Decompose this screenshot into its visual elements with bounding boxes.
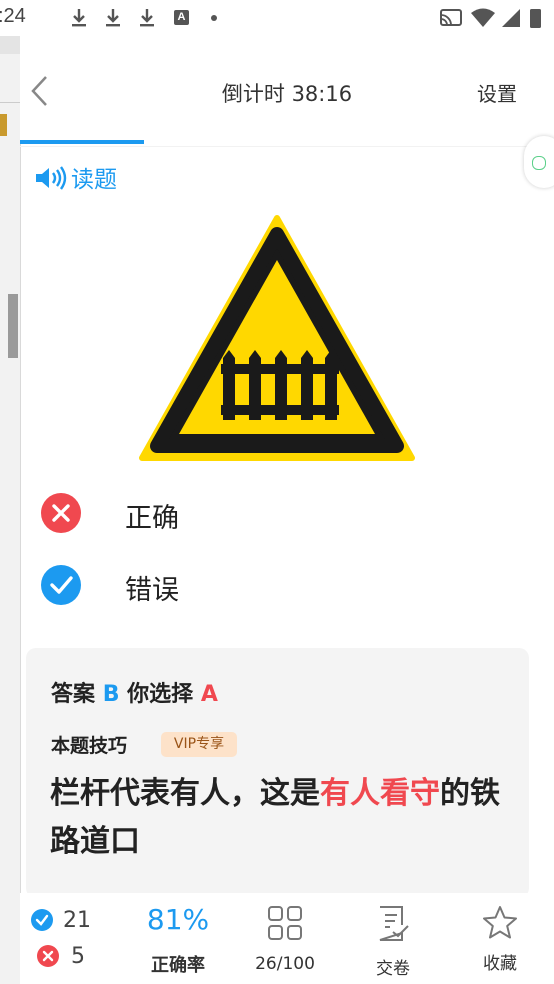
chosen-answer: A <box>200 682 218 707</box>
option-label: 错误 <box>125 575 179 606</box>
wifi-icon <box>471 8 495 27</box>
bottom-bar: 21 5 81% 正确率 26/100 交卷 收藏 <box>20 893 554 984</box>
active-tab-indicator <box>20 140 144 144</box>
dot-icon <box>211 15 217 21</box>
wrong-count-icon <box>37 945 59 967</box>
accuracy-value: 81% <box>146 903 210 936</box>
railway-crossing-sign-image <box>139 215 415 461</box>
header: 倒计时 38:16 设置 <box>20 36 554 144</box>
read-aloud-button[interactable]: 读题 <box>35 160 117 194</box>
assist-icon <box>532 156 546 170</box>
status-bar: :24 A <box>0 0 554 36</box>
header-divider <box>20 146 554 147</box>
star-icon <box>483 906 517 939</box>
progress-label: 26/100 <box>255 954 315 974</box>
wrong-count: 5 <box>71 944 85 969</box>
cast-icon <box>440 9 462 26</box>
submit-label: 交卷 <box>376 959 410 979</box>
settings-button[interactable]: 设置 <box>477 78 517 107</box>
answer-line: 答案 B 你选择 A <box>51 682 218 707</box>
signal-icon <box>502 9 520 27</box>
download-icon <box>140 9 154 27</box>
accuracy-label: 正确率 <box>151 955 205 976</box>
battery-icon <box>530 9 541 28</box>
floating-assist-button[interactable] <box>524 136 554 188</box>
vip-badge[interactable]: VIP专享 <box>161 732 237 757</box>
download-icon <box>106 9 120 27</box>
tip-label: 本题技巧 <box>51 735 128 757</box>
submit-paper-icon <box>379 906 409 941</box>
check-mark-icon <box>41 565 81 605</box>
wrong-mark-icon <box>41 493 81 533</box>
option-false[interactable]: 错误 <box>41 563 491 607</box>
read-aloud-label: 读题 <box>71 167 117 193</box>
answer-explanation-card: 答案 B 你选择 A 本题技巧 VIP专享 栏杆代表有人，这是有人看守的铁路道口 <box>26 648 529 898</box>
status-time: :24 <box>0 5 26 27</box>
option-true[interactable]: 正确 <box>41 491 491 535</box>
question-grid-button[interactable]: 26/100 <box>240 901 330 981</box>
background-window-edge <box>0 36 21 984</box>
submit-exam-button[interactable]: 交卷 <box>348 901 438 981</box>
option-label: 正确 <box>125 503 179 534</box>
grid-icon <box>268 906 302 940</box>
countdown-timer: 倒计时 38:16 <box>221 82 353 106</box>
font-icon: A <box>174 10 189 25</box>
speaker-icon <box>36 166 67 190</box>
correct-count-icon <box>31 909 53 931</box>
favorite-button[interactable]: 收藏 <box>455 901 545 981</box>
favorite-label: 收藏 <box>483 954 517 974</box>
download-icon <box>72 9 86 27</box>
correct-answer: B <box>102 682 120 707</box>
system-status-icons <box>440 8 541 28</box>
tip-explanation: 栏杆代表有人，这是有人看守的铁路道口 <box>50 776 500 859</box>
correct-count: 21 <box>63 908 91 933</box>
